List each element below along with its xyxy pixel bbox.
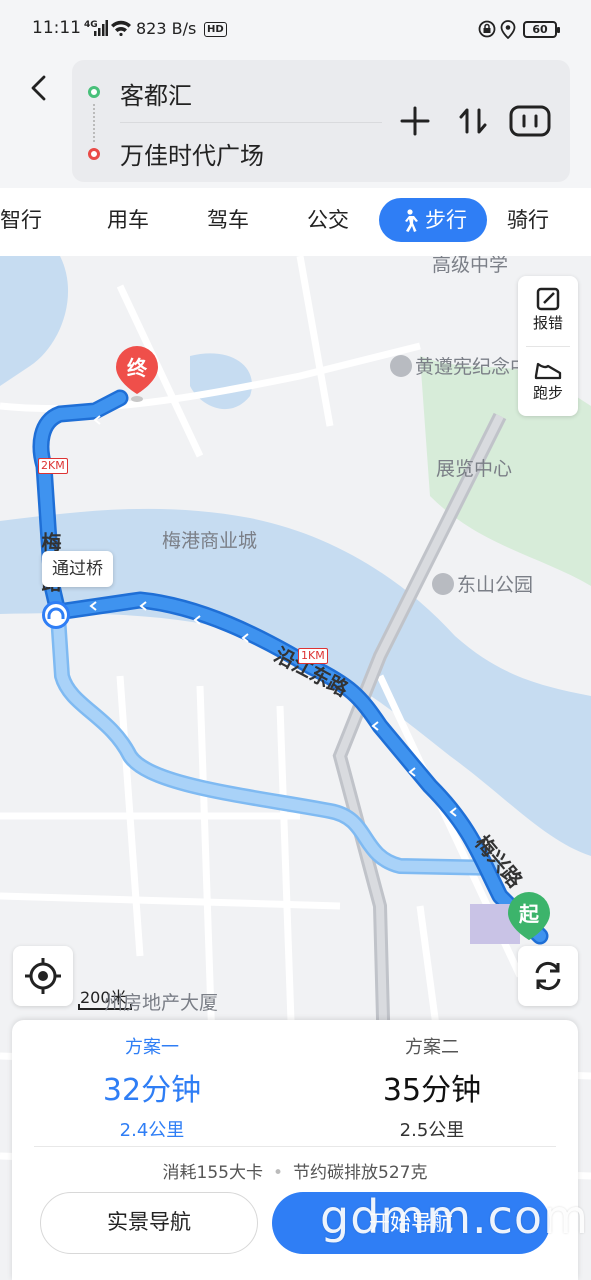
energy-summary: 消耗155大卡 • 节约碳排放527克 (12, 1158, 578, 1183)
tab-cycle[interactable]: 骑行 (492, 198, 564, 242)
route-connector (93, 104, 95, 142)
report-error-label: 报错 (532, 314, 563, 332)
refresh-route-button[interactable] (518, 946, 578, 1006)
tab-walk-label: 步行 (425, 208, 467, 232)
walk-icon (405, 209, 418, 232)
route-input-box: 客都汇 万佳时代广场 (72, 60, 570, 182)
plan-two[interactable]: 方案二 35分钟 2.5公里 (292, 1036, 572, 1144)
refresh-icon (535, 961, 561, 991)
edit-icon (536, 287, 560, 311)
km-marker-1: 1KM (298, 648, 328, 664)
back-icon[interactable] (22, 70, 58, 106)
tab-transit[interactable]: 公交 (292, 198, 364, 242)
swap-route-icon[interactable] (456, 104, 490, 138)
live-navigation-button[interactable]: 实景导航 (40, 1192, 258, 1254)
route-divider (120, 122, 382, 123)
tab-drive[interactable]: 驾车 (192, 198, 264, 242)
start-pin-label: 起 (519, 902, 539, 926)
poi-school[interactable]: 高级中学 (432, 256, 508, 277)
plan-one-name: 方案一 (125, 1037, 179, 1058)
end-pin-label: 终 (127, 356, 147, 380)
km-marker-2: 2KM (38, 458, 68, 474)
travel-mode-tabs: 智行 用车 驾车 公交 步行 骑行 (0, 188, 591, 256)
run-label: 跑步 (532, 384, 563, 402)
destination-dot-icon (88, 148, 100, 160)
card-divider (34, 1146, 556, 1147)
hd-badge: HD (204, 22, 227, 37)
shoe-icon (534, 362, 562, 380)
poi-building[interactable]: 州房地产大厦 (104, 988, 218, 1015)
poi-park-label: 东山公园 (457, 574, 534, 596)
plan-one-distance: 2.4公里 (119, 1120, 185, 1141)
memorial-icon (390, 355, 412, 377)
add-waypoint-icon[interactable] (398, 104, 432, 138)
locate-icon (25, 958, 61, 994)
more-options-icon[interactable] (508, 104, 552, 138)
poi-park[interactable]: 东山公园 (432, 570, 533, 597)
origin-dot-icon (88, 86, 100, 98)
plan-one-duration: 32分钟 (102, 1073, 202, 1108)
tools-divider (526, 346, 570, 347)
battery-indicator: 60 (523, 21, 560, 38)
route-plan-card: 方案一 32分钟 2.4公里 方案二 35分钟 2.5公里 消耗155大卡 • 节约… (12, 1020, 578, 1280)
map-side-tools: 报错 跑步 (518, 276, 578, 416)
calories-text: 消耗155大卡 (162, 1163, 263, 1183)
destination-field[interactable]: 万佳时代广场 (120, 136, 264, 171)
signal-icon (94, 20, 108, 36)
tab-smart[interactable]: 智行 (0, 198, 56, 242)
poi-mall[interactable]: 梅港商业城 (162, 526, 257, 553)
tab-car-hailing[interactable]: 用车 (92, 198, 164, 242)
carbon-text: 节约碳排放527克 (293, 1163, 428, 1183)
park-icon (432, 573, 454, 595)
route-header: 客都汇 万佳时代广场 (0, 58, 591, 188)
run-button[interactable]: 跑步 (518, 356, 578, 403)
location-icon (500, 20, 516, 39)
network-speed: 823 B/s (136, 19, 197, 38)
plan-two-name: 方案二 (405, 1037, 459, 1058)
bridge-tooltip: 通过桥 (42, 551, 113, 587)
end-pin-icon[interactable]: 终 (113, 344, 161, 404)
start-navigation-button[interactable]: 开始导航 (272, 1192, 550, 1254)
bridge-icon[interactable] (42, 601, 70, 629)
plan-two-distance: 2.5公里 (399, 1120, 465, 1141)
poi-memorial-label: 黄遵宪纪念中 (415, 356, 530, 378)
locate-button[interactable] (13, 946, 73, 1006)
energy-separator: • (272, 1163, 284, 1183)
start-pin-icon[interactable]: 起 (505, 890, 553, 950)
lock-rotation-icon (478, 20, 496, 38)
status-time: 11:11 (32, 18, 81, 38)
report-error-button[interactable]: 报错 (518, 286, 578, 333)
wifi-icon (111, 20, 131, 36)
poi-exhibition[interactable]: 展览中心 (436, 454, 512, 481)
plan-two-duration: 35分钟 (382, 1073, 482, 1108)
plan-one[interactable]: 方案一 32分钟 2.4公里 (12, 1036, 292, 1144)
origin-field[interactable]: 客都汇 (120, 76, 192, 111)
poi-memorial[interactable]: 黄遵宪纪念中 (390, 352, 529, 379)
tab-walk[interactable]: 步行 (379, 198, 487, 242)
status-bar: 11:11 4G 823 B/s HD 60 (0, 0, 591, 58)
